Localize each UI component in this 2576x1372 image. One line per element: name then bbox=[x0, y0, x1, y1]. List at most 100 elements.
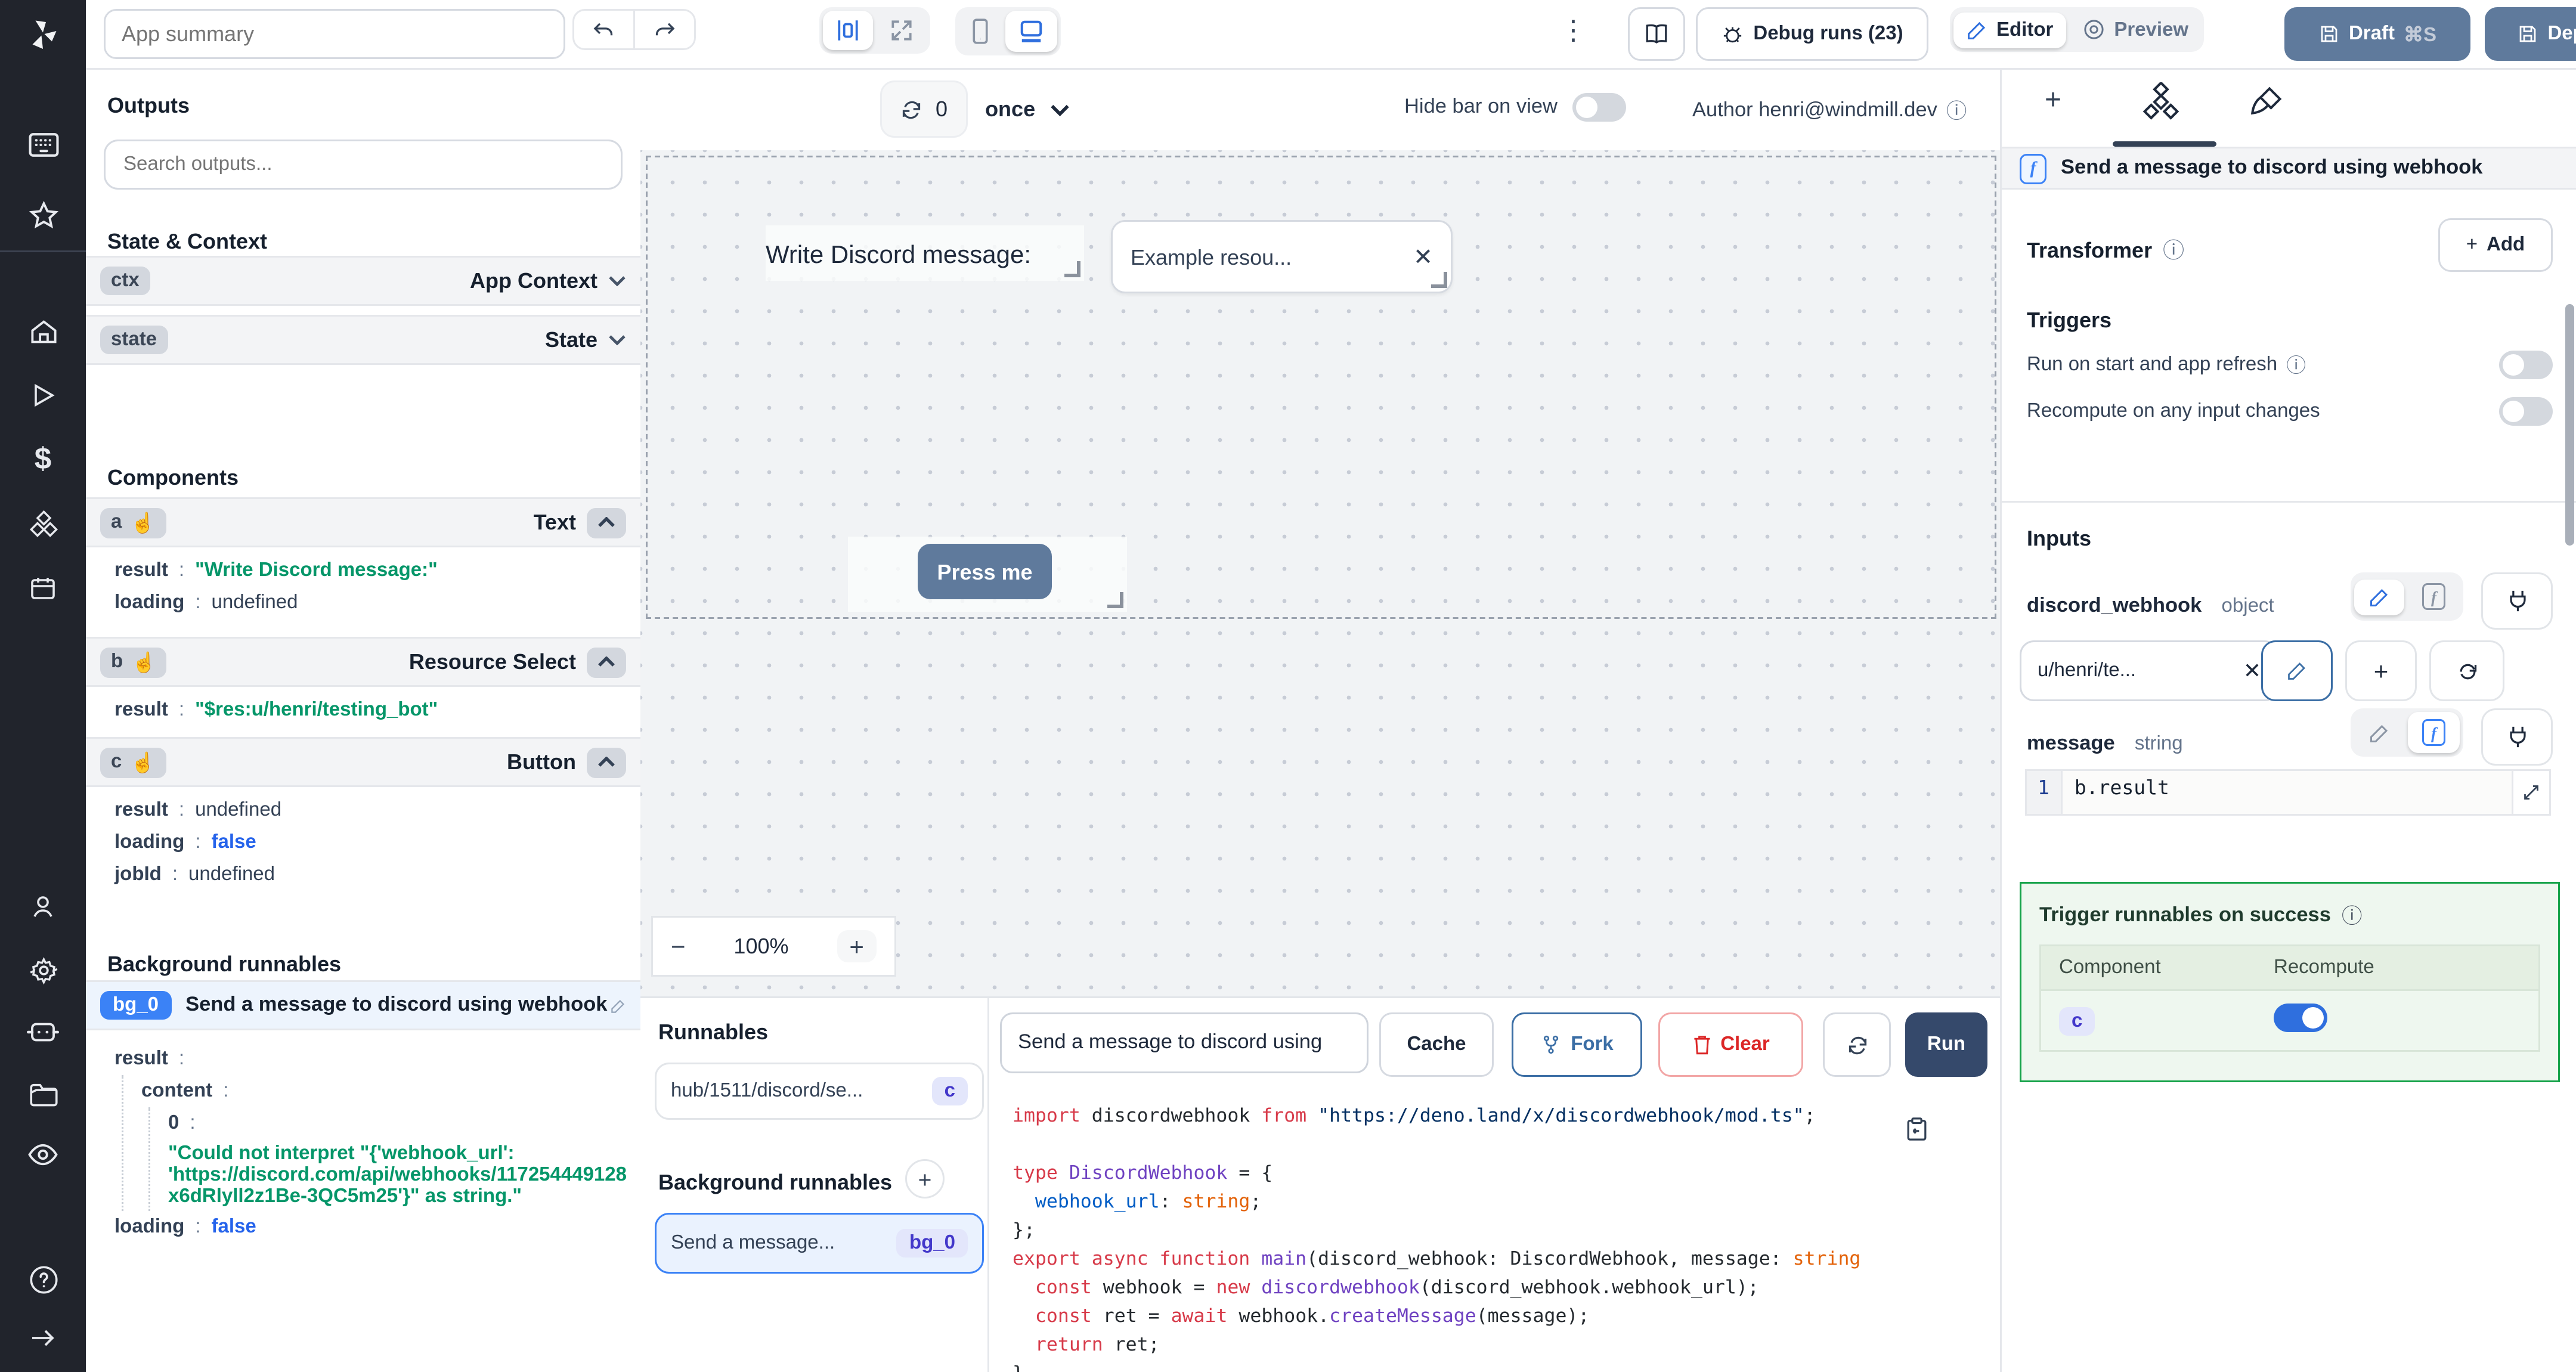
output-row[interactable]: jobId: undefined bbox=[97, 859, 612, 891]
resource-picker[interactable]: u/henri/te... ✕ bbox=[2020, 640, 2279, 701]
static-mode-button[interactable] bbox=[2354, 578, 2404, 615]
eval-mode-button[interactable]: f bbox=[2408, 712, 2460, 753]
docs-button[interactable] bbox=[1628, 7, 1685, 61]
styling-tab[interactable] bbox=[2249, 84, 2284, 120]
runnable-item[interactable]: hub/1511/discord/se... c bbox=[655, 1063, 984, 1120]
cache-button[interactable]: Cache bbox=[1379, 1012, 1494, 1077]
home-icon[interactable] bbox=[0, 304, 86, 358]
copy-code-icon[interactable] bbox=[1905, 1116, 1928, 1141]
insert-component-tab[interactable]: + bbox=[2045, 86, 2061, 118]
add-bg-runnable-button[interactable]: + bbox=[905, 1159, 945, 1198]
schedule-dropdown[interactable]: once bbox=[985, 97, 1069, 122]
eval-mode-button[interactable]: f bbox=[2408, 576, 2460, 617]
resize-handle[interactable] bbox=[1107, 592, 1123, 608]
deploy-button[interactable]: Deploy bbox=[2485, 7, 2576, 61]
output-row[interactable]: result: bbox=[97, 1043, 619, 1075]
output-row[interactable]: result: undefined bbox=[97, 794, 612, 826]
function-icon: f bbox=[2422, 719, 2445, 746]
refresh-count-button[interactable]: 0 bbox=[880, 80, 968, 138]
gear-icon[interactable] bbox=[0, 943, 86, 996]
clear-select-icon[interactable]: ✕ bbox=[1413, 243, 1433, 271]
app-summary-input[interactable] bbox=[104, 9, 565, 59]
output-row[interactable]: loading: undefined bbox=[97, 587, 612, 619]
expand-editor-icon[interactable] bbox=[2512, 771, 2549, 814]
collapse-button[interactable] bbox=[587, 747, 626, 778]
resize-handle[interactable] bbox=[1431, 272, 1447, 288]
edit-resource-button[interactable] bbox=[2261, 640, 2333, 701]
refresh-resource-button[interactable] bbox=[2429, 640, 2504, 701]
window-scrollbar[interactable] bbox=[2565, 304, 2574, 546]
app-canvas[interactable]: Write Discord message: Example resou... … bbox=[640, 150, 2000, 996]
center-layout-toggle[interactable] bbox=[823, 11, 873, 50]
add-resource-button[interactable]: + bbox=[2345, 640, 2417, 701]
output-row[interactable]: loading: false bbox=[97, 1211, 619, 1243]
run-on-start-toggle[interactable] bbox=[2499, 351, 2553, 379]
app-grid-icon[interactable] bbox=[0, 118, 86, 172]
fork-button[interactable]: Fork bbox=[1512, 1012, 1642, 1077]
help-icon[interactable] bbox=[0, 1252, 86, 1306]
collapse-button[interactable] bbox=[587, 646, 626, 677]
desktop-view-toggle[interactable] bbox=[1005, 11, 1057, 52]
draft-button[interactable]: Draft ⌘S bbox=[2284, 7, 2470, 61]
more-menu-button[interactable]: ⋮ bbox=[1560, 14, 1587, 47]
state-row[interactable]: state State bbox=[86, 315, 640, 365]
tab-editor[interactable]: Editor bbox=[1953, 11, 2066, 48]
edit-icon[interactable] bbox=[610, 998, 626, 1014]
run-button[interactable]: Run bbox=[1905, 1012, 1987, 1077]
output-row[interactable]: loading: false bbox=[97, 826, 612, 859]
add-transformer-button[interactable]: + Add bbox=[2438, 218, 2553, 272]
bg0-header[interactable]: bg_0 Send a message to discord using web… bbox=[86, 980, 640, 1030]
connect-plug-button[interactable] bbox=[2481, 708, 2553, 766]
output-row[interactable]: content: bbox=[123, 1075, 619, 1107]
resize-handle[interactable] bbox=[1064, 261, 1080, 277]
robot-icon[interactable] bbox=[0, 1005, 86, 1059]
static-mode-button[interactable] bbox=[2354, 715, 2404, 751]
component-a-header[interactable]: a ☝ Text bbox=[86, 497, 640, 547]
hide-bar-toggle[interactable] bbox=[1571, 93, 1626, 122]
message-expr-editor[interactable]: 1 b.result bbox=[2025, 769, 2551, 816]
bg-runnable-item-selected[interactable]: Send a message... bg_0 bbox=[655, 1213, 984, 1274]
output-row[interactable]: result: "$res:u/henri/testing_bot" bbox=[97, 694, 612, 726]
cubes-icon[interactable] bbox=[0, 497, 86, 551]
runnable-name-input[interactable] bbox=[1000, 1012, 1368, 1073]
play-icon[interactable] bbox=[0, 368, 86, 422]
dollar-icon[interactable]: $ bbox=[0, 433, 86, 487]
search-outputs-input[interactable] bbox=[104, 140, 623, 190]
output-row[interactable]: 0: bbox=[150, 1107, 619, 1139]
ctx-row[interactable]: ctx App Context bbox=[86, 256, 640, 306]
resource-select-component[interactable]: Example resou... ✕ bbox=[1111, 220, 1453, 293]
collapse-button[interactable] bbox=[587, 507, 626, 538]
output-row[interactable]: result: "Write Discord message:" bbox=[97, 555, 612, 587]
recompute-toggle[interactable] bbox=[2499, 397, 2553, 426]
code-area[interactable]: import discordwebhook from "https://deno… bbox=[1013, 1102, 2000, 1372]
redo-button[interactable] bbox=[635, 11, 694, 48]
clear-button[interactable]: Clear bbox=[1658, 1012, 1803, 1077]
zoom-out-button[interactable]: − bbox=[671, 932, 686, 961]
component-b-header[interactable]: b ☝ Resource Select bbox=[86, 637, 640, 687]
windmill-logo[interactable] bbox=[0, 0, 86, 68]
chevron-down-icon bbox=[609, 335, 626, 345]
recompute-c-toggle[interactable] bbox=[2274, 1004, 2327, 1032]
arrow-right-icon[interactable] bbox=[0, 1311, 86, 1365]
star-icon[interactable] bbox=[0, 188, 86, 241]
clear-resource-icon[interactable]: ✕ bbox=[2243, 658, 2261, 683]
user-icon[interactable] bbox=[0, 880, 86, 934]
pointer-icon: ☝ bbox=[132, 652, 157, 674]
eye-icon[interactable] bbox=[0, 1127, 86, 1181]
press-me-button[interactable]: Press me bbox=[918, 544, 1052, 599]
expand-layout-toggle[interactable] bbox=[877, 11, 927, 50]
tab-preview[interactable]: Preview bbox=[2069, 11, 2201, 48]
zoom-in-button[interactable]: + bbox=[837, 930, 877, 962]
button-component-wrapper[interactable]: Press me bbox=[848, 537, 1127, 612]
connect-plug-button[interactable] bbox=[2481, 572, 2553, 630]
chevron-down-icon bbox=[609, 276, 626, 286]
refresh-code-button[interactable] bbox=[1823, 1012, 1891, 1077]
text-component[interactable]: Write Discord message: bbox=[766, 225, 1084, 281]
components-settings-tab[interactable] bbox=[2141, 82, 2181, 122]
component-c-header[interactable]: c ☝ Button bbox=[86, 737, 640, 787]
calendar-icon[interactable] bbox=[0, 562, 86, 615]
debug-runs-button[interactable]: Debug runs (23) bbox=[1696, 7, 1928, 61]
undo-button[interactable] bbox=[574, 11, 635, 48]
mobile-view-toggle[interactable] bbox=[959, 11, 1002, 52]
folder-icon[interactable] bbox=[0, 1066, 86, 1120]
